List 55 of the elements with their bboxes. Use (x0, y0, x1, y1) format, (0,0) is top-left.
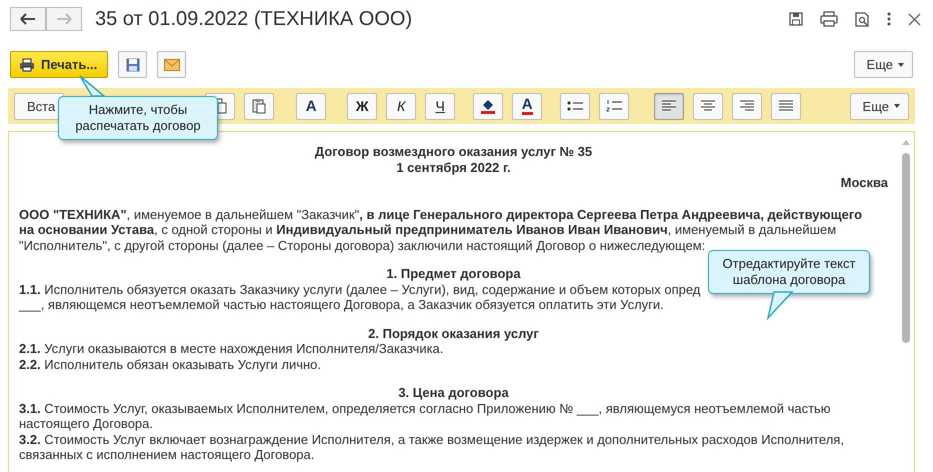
tooltip-pointer (764, 290, 794, 320)
section-heading: 2. Порядок оказания услуг (368, 326, 539, 341)
italic-button[interactable]: К (386, 92, 416, 120)
printer-icon (19, 58, 35, 72)
align-left-icon (662, 100, 676, 112)
font-button[interactable]: A (296, 92, 326, 120)
save-icon[interactable] (789, 12, 803, 26)
caret-icon (894, 104, 900, 108)
align-right-icon (740, 100, 754, 112)
clause-paragraph: 3.1. Стоимость Услуг, оказываемых Исполнителем, определяется согласно Приложению № ___, являющемуся неотъемлемой частью настоящего Договора. (19, 400, 832, 432)
clause-line: 1.1. Исполнитель обязуется оказать Заказчику услуги (далее – Услуги), вид, содержание и объем которых опред (19, 282, 700, 297)
numbering-button[interactable] (599, 92, 630, 120)
window-title: 35 от 01.09.2022 (ТЕХНИКА ООО) (95, 8, 412, 30)
save-document-button[interactable] (118, 51, 148, 78)
email-button[interactable] (157, 51, 186, 78)
paste-icon (252, 98, 266, 114)
align-center-button[interactable] (693, 92, 724, 120)
clause-line: 2.1. Услуги оказываются в месте нахождения Исполнителя/Заказчика. (19, 341, 444, 356)
justify-icon (779, 100, 794, 112)
caret-icon (898, 62, 904, 66)
clause-paragraph: 3.2. Стоимость Услуг включает вознаграждение Исполнителя, а также возмещение издержек и дополнительных расходов Исполнителя, связанных с исполнением настоящего Договора. (19, 432, 845, 462)
bullets-button[interactable] (560, 92, 590, 120)
preview-icon[interactable] (855, 12, 870, 26)
scrollbar-thumb[interactable] (902, 153, 910, 343)
document-city: Москва (840, 175, 888, 190)
section-heading: 1. Предмет договора (386, 266, 521, 282)
clause-line: ___, являющемся неотъемлемой частью настоящего Договора, а Заказчик обязуется оплатить эти Услуги. (19, 297, 664, 312)
back-arrow-icon (20, 13, 36, 25)
print-icon[interactable] (820, 11, 838, 27)
section-heading: 3. Цена договора (398, 385, 509, 400)
more-button[interactable]: Еще (850, 92, 909, 120)
bold-button[interactable]: Ж (347, 92, 378, 120)
text-button[interactable]: Вста (14, 92, 64, 120)
align-right-button[interactable] (732, 92, 762, 120)
preamble-paragraph: ООО "ТЕХНИКА", именуемое в дальнейшем "Заказчик", в лице Генерального директора Сергеева Петра Андреевича, действующего на основании Устава, с одной стороны и Индивидуальный предприниматель Иванов Иван Иванович, именуемый в дальнейшем "Исполнитель", с другой стороны (далее – Стороны договора) заключили настоящий Договор о нижеследующем: (19, 206, 864, 253)
document-title: Договор возмездного оказания услуг № 35 (314, 144, 594, 160)
forward-arrow-icon (56, 13, 72, 25)
align-center-icon (701, 100, 716, 112)
more-icon[interactable] (887, 12, 891, 26)
numbered-list-icon (606, 99, 622, 113)
document-date: 1 сентября 2022 г. (395, 160, 512, 175)
underline-button[interactable]: Ч (425, 92, 456, 120)
back-button[interactable] (10, 7, 46, 31)
clause-line: 2.2. Исполнитель обязан оказывать Услуги лично. (19, 356, 322, 372)
bulleted-list-icon (567, 100, 584, 112)
envelope-icon (164, 58, 180, 70)
fill-color-button[interactable] (473, 92, 504, 120)
font-color-button[interactable]: A (512, 92, 542, 120)
more-button[interactable]: Еще (854, 51, 913, 78)
align-left-button[interactable] (654, 92, 684, 120)
paint-bucket-icon (480, 98, 496, 114)
close-icon[interactable] (908, 12, 921, 26)
justify-button[interactable] (771, 92, 802, 120)
print-button[interactable]: Печать... (10, 51, 108, 78)
paste-button[interactable] (244, 92, 274, 120)
